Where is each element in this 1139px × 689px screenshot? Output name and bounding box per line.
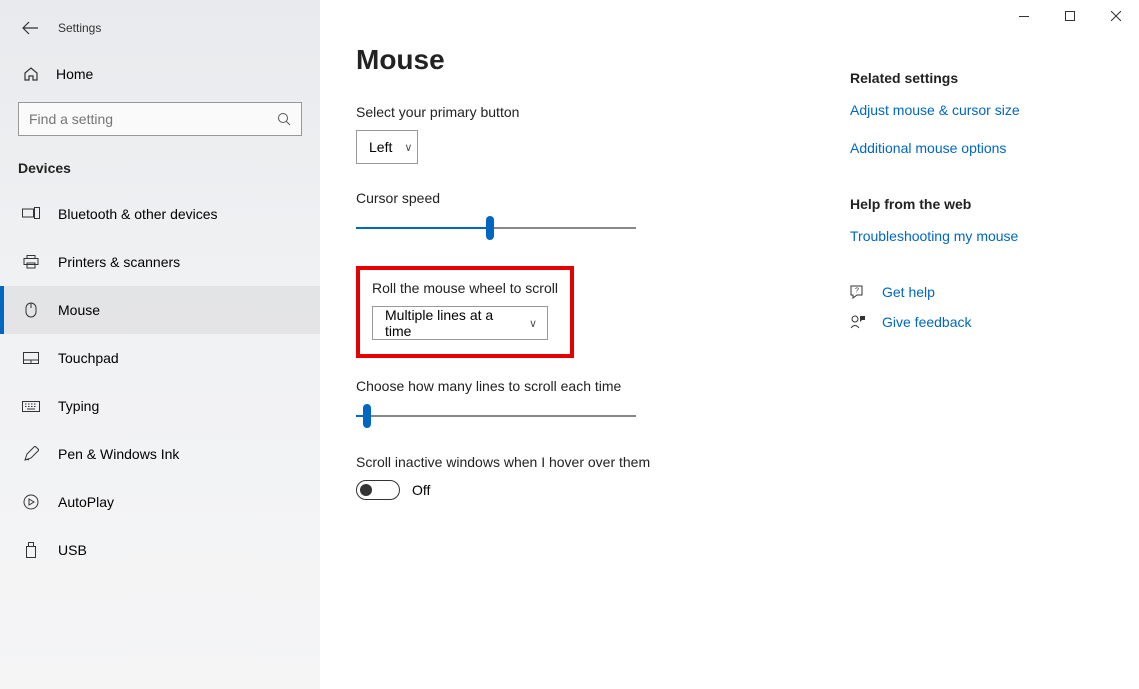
help-icon: ? (850, 284, 868, 300)
close-button[interactable] (1093, 0, 1139, 32)
feedback-icon (850, 314, 868, 330)
minimize-button[interactable] (1001, 0, 1047, 32)
link-additional-mouse-options[interactable]: Additional mouse options (850, 140, 1090, 156)
inactive-windows-toggle[interactable] (356, 480, 400, 500)
main: Mouse Select your primary button Left ∨ … (320, 0, 1139, 689)
back-button[interactable] (22, 21, 38, 35)
nav-autoplay[interactable]: AutoPlay (0, 478, 320, 526)
nav-label: Typing (58, 398, 99, 414)
page-title: Mouse (356, 44, 840, 76)
printer-icon (22, 255, 40, 269)
nav-label: Pen & Windows Ink (58, 446, 179, 462)
slider-thumb[interactable] (363, 404, 371, 428)
toggle-state-label: Off (412, 482, 430, 498)
nav-pen[interactable]: Pen & Windows Ink (0, 430, 320, 478)
nav-bluetooth[interactable]: Bluetooth & other devices (0, 190, 320, 238)
cursor-speed-label: Cursor speed (356, 190, 840, 206)
give-feedback-link[interactable]: Give feedback (882, 314, 972, 330)
nav-label: Printers & scanners (58, 254, 180, 270)
lines-each-label: Choose how many lines to scroll each tim… (356, 378, 840, 394)
usb-icon (22, 542, 40, 558)
sidebar: Settings Home Devices Bluetooth & other … (0, 0, 320, 689)
slider-thumb[interactable] (486, 216, 494, 240)
nav-usb[interactable]: USB (0, 526, 320, 574)
nav-typing[interactable]: Typing (0, 382, 320, 430)
cursor-speed-slider[interactable] (356, 216, 636, 240)
nav-printers[interactable]: Printers & scanners (0, 238, 320, 286)
dropdown-value: Multiple lines at a time (385, 307, 517, 339)
link-adjust-mouse-size[interactable]: Adjust mouse & cursor size (850, 102, 1090, 118)
window-controls (1001, 0, 1139, 32)
home-label: Home (56, 66, 93, 82)
mouse-icon (22, 302, 40, 318)
nav-mouse[interactable]: Mouse (0, 286, 320, 334)
section-title: Devices (0, 154, 320, 190)
primary-button-dropdown[interactable]: Left ∨ (356, 130, 418, 164)
cursor-speed-group: Cursor speed (356, 190, 840, 240)
touchpad-icon (22, 352, 40, 364)
wheel-scroll-dropdown[interactable]: Multiple lines at a time ∨ (372, 306, 548, 340)
content: Mouse Select your primary button Left ∨ … (320, 0, 840, 689)
lines-each-group: Choose how many lines to scroll each tim… (356, 378, 840, 428)
search-box[interactable] (18, 102, 302, 136)
nav-label: Mouse (58, 302, 100, 318)
dropdown-value: Left (369, 139, 392, 155)
chevron-down-icon: ∨ (404, 141, 412, 154)
keyboard-icon (22, 401, 40, 412)
wheel-scroll-label: Roll the mouse wheel to scroll (372, 280, 558, 296)
lines-each-slider[interactable] (356, 404, 636, 428)
related-settings-heading: Related settings (850, 70, 1090, 86)
primary-button-label: Select your primary button (356, 104, 840, 120)
search-icon (277, 112, 291, 126)
inactive-windows-group: Scroll inactive windows when I hover ove… (356, 454, 840, 500)
maximize-button[interactable] (1047, 0, 1093, 32)
search-input[interactable] (29, 111, 277, 127)
nav-label: USB (58, 542, 87, 558)
nav-label: Touchpad (58, 350, 119, 366)
svg-text:?: ? (855, 288, 859, 295)
app-title: Settings (58, 21, 101, 35)
right-rail: Related settings Adjust mouse & cursor s… (840, 0, 1120, 689)
nav-label: AutoPlay (58, 494, 114, 510)
nav-list: Bluetooth & other devices Printers & sca… (0, 190, 320, 574)
link-troubleshooting-mouse[interactable]: Troubleshooting my mouse (850, 228, 1090, 244)
autoplay-icon (22, 494, 40, 510)
primary-button-group: Select your primary button Left ∨ (356, 104, 840, 164)
pen-icon (22, 446, 40, 462)
devices-icon (22, 207, 40, 221)
inactive-windows-label: Scroll inactive windows when I hover ove… (356, 454, 840, 470)
get-help-link[interactable]: Get help (882, 284, 935, 300)
nav-touchpad[interactable]: Touchpad (0, 334, 320, 382)
home-icon (22, 66, 40, 82)
titlebar: Settings (0, 8, 320, 48)
help-web-heading: Help from the web (850, 196, 1090, 212)
highlight-annotation: Roll the mouse wheel to scroll Multiple … (356, 266, 574, 358)
chevron-down-icon: ∨ (529, 317, 537, 330)
nav-label: Bluetooth & other devices (58, 206, 218, 222)
home-button[interactable]: Home (0, 56, 320, 92)
